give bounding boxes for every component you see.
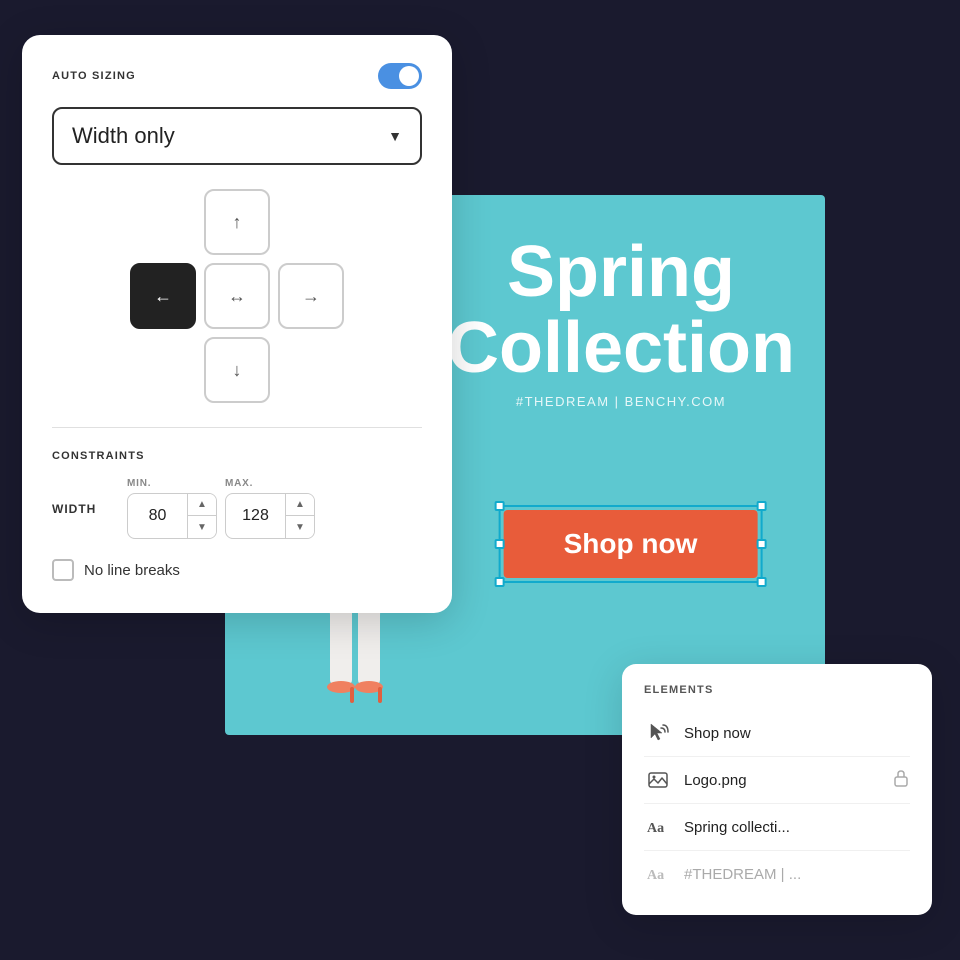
text-aa-icon: Aa — [644, 813, 672, 841]
element-name-shop-now: Shop now — [684, 725, 910, 742]
element-name-logo: Logo.png — [684, 772, 880, 789]
banner-title: SpringCollection — [447, 235, 795, 386]
shop-now-button[interactable]: Shop now — [504, 510, 758, 578]
min-col: MIN. 80 ▲ ▼ — [127, 478, 217, 539]
align-horizontal-button[interactable]: ↔ — [204, 263, 270, 329]
auto-sizing-panel: AUTO SIZING Width only ▼ ↑ ← ↔ → ↓ CONST… — [22, 35, 452, 613]
max-arrows: ▲ ▼ — [285, 494, 314, 538]
panel-header: AUTO SIZING — [52, 63, 422, 89]
width-dropdown[interactable]: Width only ▼ — [52, 107, 422, 165]
banner-subtitle: #THEDREAM | BENCHY.COM — [447, 394, 795, 409]
handle-bottom-right[interactable] — [756, 577, 766, 587]
max-value[interactable]: 128 — [226, 499, 285, 533]
align-row-middle: ← ↔ → — [130, 263, 344, 329]
max-label: MAX. — [225, 478, 315, 489]
no-line-breaks-checkbox[interactable] — [52, 559, 74, 581]
auto-sizing-label: AUTO SIZING — [52, 70, 136, 82]
handle-top-right[interactable] — [756, 501, 766, 511]
element-item-thedream[interactable]: Aa #THEDREAM | ... — [644, 850, 910, 897]
cursor-icon — [644, 719, 672, 747]
width-label: WIDTH — [52, 502, 107, 516]
image-icon — [644, 766, 672, 794]
element-name-thedream: #THEDREAM | ... — [684, 866, 910, 883]
chevron-down-icon: ▼ — [388, 128, 402, 144]
max-col: MAX. 128 ▲ ▼ — [225, 478, 315, 539]
element-name-spring: Spring collecti... — [684, 819, 910, 836]
lock-icon — [892, 769, 910, 792]
min-value[interactable]: 80 — [128, 499, 187, 533]
constraints-row: WIDTH MIN. 80 ▲ ▼ MAX. 128 — [52, 478, 422, 539]
banner-text-area: SpringCollection #THEDREAM | BENCHY.COM — [447, 235, 795, 409]
align-top-button[interactable]: ↑ — [204, 189, 270, 255]
min-width-spinner[interactable]: 80 ▲ ▼ — [127, 493, 217, 539]
constraints-label: CONSTRAINTS — [52, 450, 422, 462]
no-line-breaks-label: No line breaks — [84, 562, 180, 579]
min-label: MIN. — [127, 478, 217, 489]
dropdown-value: Width only — [72, 123, 175, 149]
handle-bottom-left[interactable] — [495, 577, 505, 587]
shop-now-selection-box: Shop now — [499, 505, 763, 583]
auto-sizing-toggle[interactable] — [378, 63, 422, 89]
max-width-spinner[interactable]: 128 ▲ ▼ — [225, 493, 315, 539]
min-down-arrow[interactable]: ▼ — [188, 516, 216, 538]
element-item-shop-now[interactable]: Shop now — [644, 710, 910, 756]
no-line-breaks-row: No line breaks — [52, 559, 422, 581]
handle-mid-left[interactable] — [495, 539, 505, 549]
svg-text:Aa: Aa — [647, 868, 664, 883]
elements-panel: ELEMENTS Shop now Logo.png — [622, 664, 932, 915]
handle-top-left[interactable] — [495, 501, 505, 511]
align-left-button[interactable]: ← — [130, 263, 196, 329]
align-right-button[interactable]: → — [278, 263, 344, 329]
svg-text:Aa: Aa — [647, 821, 664, 836]
max-down-arrow[interactable]: ▼ — [286, 516, 314, 538]
align-row-top: ↑ — [204, 189, 270, 255]
element-item-spring[interactable]: Aa Spring collecti... — [644, 803, 910, 850]
alignment-grid: ↑ ← ↔ → ↓ — [52, 189, 422, 403]
align-bottom-button[interactable]: ↓ — [204, 337, 270, 403]
element-item-logo[interactable]: Logo.png — [644, 756, 910, 803]
shop-now-wrapper: Shop now — [499, 505, 763, 583]
elements-title: ELEMENTS — [644, 684, 910, 696]
max-up-arrow[interactable]: ▲ — [286, 494, 314, 516]
divider — [52, 427, 422, 428]
min-up-arrow[interactable]: ▲ — [188, 494, 216, 516]
align-row-bottom: ↓ — [204, 337, 270, 403]
min-max-inputs: MIN. 80 ▲ ▼ MAX. 128 ▲ ▼ — [127, 478, 315, 539]
min-arrows: ▲ ▼ — [187, 494, 216, 538]
handle-mid-right[interactable] — [756, 539, 766, 549]
text-aa-muted-icon: Aa — [644, 860, 672, 888]
